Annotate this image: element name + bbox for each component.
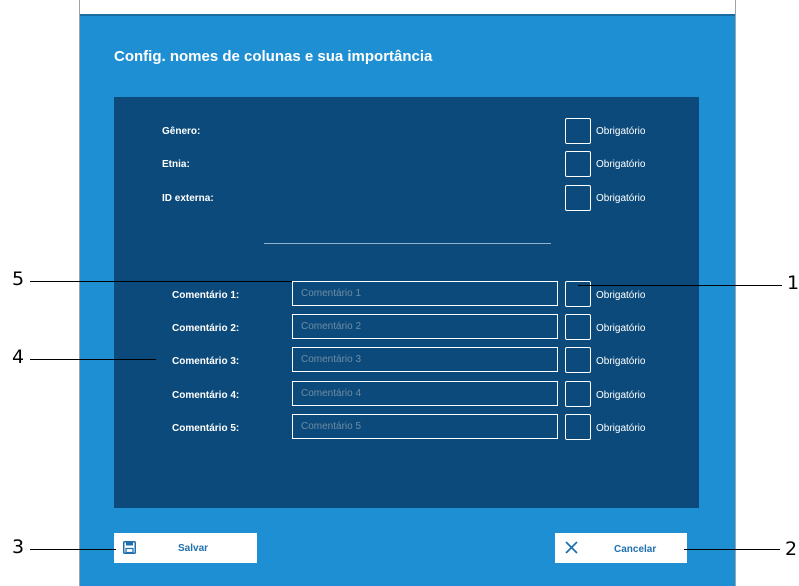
dialog-title: Config. nomes de colunas e sua importânc… [114, 48, 433, 65]
required-label-comment-3: Obrigatório [596, 356, 646, 367]
callout-1-number: 1 [787, 272, 799, 294]
save-button-label: Salvar [178, 543, 209, 554]
floppy-disk-icon [123, 541, 136, 559]
callout-3-line [30, 549, 116, 550]
close-x-icon [565, 541, 578, 559]
required-label-comment-2: Obrigatório [596, 323, 646, 334]
required-label-comment-1: Obrigatório [596, 290, 646, 301]
frame-edge-right [735, 0, 736, 586]
comment-label-2: Comentário 2: [172, 323, 240, 334]
required-label-comment-4: Obrigatório [596, 390, 646, 401]
required-label-comment-5: Obrigatório [596, 423, 646, 434]
comment-input-5[interactable] [292, 414, 558, 439]
required-checkbox-comment-4[interactable] [565, 381, 591, 407]
comment-input-4[interactable] [292, 381, 558, 406]
required-checkbox-external-id[interactable] [565, 185, 591, 211]
field-label-gender: Gênero: [162, 126, 201, 137]
settings-panel: Gênero: Obrigatório Etnia: Obrigatório I… [114, 97, 699, 508]
comment-label-3: Comentário 3: [172, 356, 240, 367]
callout-4-number: 4 [12, 346, 25, 368]
callout-2-number: 2 [785, 538, 798, 560]
comment-label-4: Comentário 4: [172, 390, 240, 401]
required-checkbox-comment-5[interactable] [565, 414, 591, 440]
section-divider [264, 243, 551, 244]
comment-label-1: Comentário 1: [172, 290, 240, 301]
callout-5-line [30, 281, 292, 282]
callout-3-number: 3 [12, 536, 25, 558]
callout-4-line [30, 359, 156, 360]
callout-5-number: 5 [12, 268, 25, 290]
required-checkbox-gender[interactable] [565, 118, 591, 144]
required-checkbox-comment-2[interactable] [565, 314, 591, 340]
cancel-button-label: Cancelar [614, 544, 657, 555]
required-label-gender: Obrigatório [596, 126, 646, 137]
field-label-ethnicity: Etnia: [162, 159, 190, 170]
required-label-external-id: Obrigatório [596, 193, 646, 204]
save-button[interactable]: Salvar [114, 533, 257, 563]
callout-2-line [684, 549, 780, 550]
comment-label-5: Comentário 5: [172, 423, 240, 434]
comment-input-1[interactable] [292, 281, 558, 306]
field-label-external-id: ID externa: [162, 193, 214, 204]
comment-input-2[interactable] [292, 314, 558, 339]
required-label-ethnicity: Obrigatório [596, 159, 646, 170]
cancel-button[interactable]: Cancelar [555, 533, 687, 563]
column-config-dialog: Config. nomes de colunas e sua importânc… [80, 16, 735, 586]
required-checkbox-ethnicity[interactable] [565, 151, 591, 177]
comment-input-3[interactable] [292, 347, 558, 372]
callout-1-line [578, 285, 782, 286]
required-checkbox-comment-3[interactable] [565, 347, 591, 373]
